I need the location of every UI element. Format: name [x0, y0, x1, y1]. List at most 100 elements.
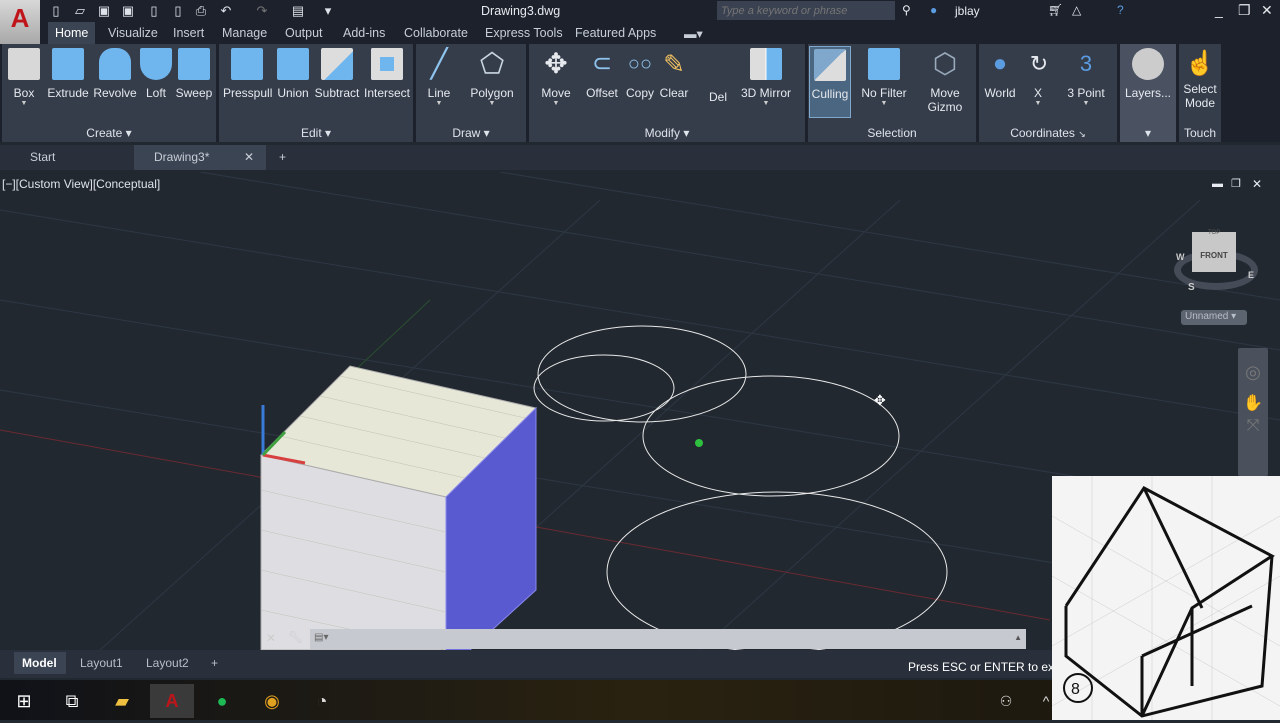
3d-mirror-button[interactable]: 3D Mirror ▼	[737, 48, 795, 107]
tab-layout1[interactable]: Layout1	[80, 656, 123, 670]
layers-expand-icon[interactable]: ▾	[1120, 126, 1176, 140]
box-button[interactable]: Box ▼	[6, 48, 42, 107]
user-icon: ●	[930, 3, 938, 17]
restore-icon[interactable]: ❐	[1238, 2, 1251, 19]
binoculars-icon[interactable]: ⚲	[902, 3, 911, 17]
new-icon[interactable]: ▯	[48, 3, 64, 19]
panel-title-create[interactable]: Create ▾	[2, 126, 216, 140]
named-view-dropdown[interactable]: Unnamed ▾	[1181, 310, 1247, 325]
tab-express-tools[interactable]: Express Tools	[485, 26, 563, 40]
tab-visualize[interactable]: Visualize	[108, 26, 158, 40]
task-view-icon[interactable]: ⧉	[50, 684, 94, 718]
offset-button[interactable]: ⊂ Offset	[583, 48, 621, 100]
viewport-minimize-icon[interactable]: ▬	[1212, 178, 1223, 190]
sweep-button[interactable]: Sweep	[174, 48, 214, 100]
save-web-icon[interactable]: ▯	[170, 3, 186, 19]
world-ucs-button[interactable]: ● World	[981, 48, 1019, 100]
a360-icon[interactable]: △	[1072, 3, 1081, 17]
user-name[interactable]: jblay	[955, 4, 980, 18]
close-icon[interactable]: ✕	[1261, 2, 1273, 19]
compass-east[interactable]: E	[1248, 270, 1254, 280]
grip-point[interactable]	[695, 439, 703, 447]
new-tab-icon[interactable]: +	[279, 150, 286, 164]
3-point-ucs-button[interactable]: 33 Point ▼	[1063, 48, 1109, 107]
line-button[interactable]: ╱ Line ▼	[420, 48, 458, 107]
layers-button[interactable]: Layers...	[1122, 48, 1174, 100]
close-tab-icon[interactable]: ✕	[244, 150, 254, 164]
zoom-extents-icon[interactable]: ⤧	[1238, 417, 1268, 435]
chrome-icon[interactable]: ◉	[250, 684, 294, 718]
extrude-button[interactable]: Extrude	[46, 48, 90, 100]
polygon-button[interactable]: ⬠ Polygon ▼	[466, 48, 518, 107]
no-filter-button[interactable]: No Filter ▼	[858, 48, 910, 107]
ribbon-options-icon[interactable]: ▬▾	[684, 26, 703, 41]
windows-start-icon[interactable]: ⊞	[2, 684, 46, 718]
compass-south[interactable]: S	[1188, 282, 1195, 293]
redo-icon[interactable]: ↷	[254, 3, 270, 19]
command-input[interactable]: ▤▾ ▲	[310, 629, 1026, 649]
command-history-icon[interactable]: ▲	[1014, 633, 1022, 642]
tab-model[interactable]: Model	[14, 652, 66, 674]
pan-hand-icon[interactable]: ✋	[1238, 393, 1268, 413]
culling-button[interactable]: Culling	[809, 46, 851, 118]
customize-wrench-icon[interactable]: 🔧︎	[288, 630, 303, 644]
panel-title-modify[interactable]: Modify ▾	[529, 126, 805, 140]
subtract-button[interactable]: Subtract	[313, 48, 361, 100]
undo-icon[interactable]: ↶	[218, 3, 234, 19]
minimize-icon[interactable]: _	[1215, 2, 1223, 18]
close-command-line-icon[interactable]: ✕	[266, 631, 276, 645]
steering-wheel-icon[interactable]: ◎	[1238, 362, 1268, 383]
tab-home[interactable]: Home	[48, 22, 96, 44]
clear-button[interactable]: ✎ Clear	[657, 48, 691, 100]
move-gizmo-button[interactable]: ⬡ Move Gizmo	[920, 48, 970, 114]
x-ucs-button[interactable]: ↻ X ▼	[1023, 48, 1053, 107]
obs-icon[interactable]: ◔	[300, 684, 344, 718]
viewport-restore-icon[interactable]: ❐	[1231, 177, 1241, 190]
recent-commands-icon[interactable]: ▤▾	[314, 632, 328, 643]
workspace-icon[interactable]: ▤	[290, 3, 306, 19]
presspull-button[interactable]: Presspull	[223, 48, 272, 100]
tab-add-ins[interactable]: Add-ins	[343, 26, 385, 40]
help-icon[interactable]: ?	[1117, 3, 1124, 17]
union-button[interactable]: Union	[275, 48, 311, 100]
customize-qat-icon[interactable]: ▾	[320, 3, 336, 19]
delete-button[interactable]: Del	[705, 90, 731, 104]
tab-collaborate[interactable]: Collaborate	[404, 26, 468, 40]
intersect-button[interactable]: Intersect	[363, 48, 411, 100]
search-input[interactable]	[717, 1, 895, 20]
cart-icon[interactable]: 🛒︎	[1048, 3, 1063, 17]
panel-title-edit[interactable]: Edit ▾	[219, 126, 413, 140]
autocad-taskbar-icon[interactable]: A	[150, 684, 194, 718]
application-menu-button[interactable]: A	[0, 0, 40, 44]
tab-output[interactable]: Output	[285, 26, 323, 40]
tab-insert[interactable]: Insert	[173, 26, 204, 40]
new-layout-icon[interactable]: +	[211, 656, 218, 670]
open-icon[interactable]: ▱	[72, 3, 88, 19]
people-icon[interactable]: ⚇	[984, 684, 1028, 718]
tab-manage[interactable]: Manage	[222, 26, 267, 40]
viewport-close-icon[interactable]: ✕	[1252, 177, 1262, 191]
tab-start[interactable]: Start	[30, 150, 55, 164]
union-icon	[277, 48, 309, 80]
tab-drawing3[interactable]: Drawing3* ✕	[134, 145, 266, 170]
open-web-icon[interactable]: ▯	[146, 3, 162, 19]
move-button[interactable]: ✥ Move ▼	[537, 48, 575, 107]
viewcube[interactable]: FRONT	[1192, 232, 1236, 272]
compass-west[interactable]: W	[1176, 252, 1185, 262]
tab-layout2[interactable]: Layout2	[146, 656, 189, 670]
ribbon-tabs: Home Visualize Insert Manage Output Add-…	[40, 22, 1280, 44]
panel-title-coordinates[interactable]: Coordinates ↘	[979, 126, 1117, 140]
copy-button[interactable]: ○○ Copy	[623, 48, 657, 100]
select-mode-button[interactable]: ☝ Select Mode	[1179, 48, 1221, 110]
panel-title-draw[interactable]: Draw ▾	[416, 126, 526, 140]
viewport-controls-label[interactable]: [−][Custom View][Conceptual]	[2, 177, 160, 191]
save-icon[interactable]: ▣	[96, 3, 112, 19]
viewcube-top-label[interactable]: TOP	[1208, 230, 1220, 236]
plot-icon[interactable]: ⎙	[193, 3, 209, 19]
spotify-icon[interactable]: ●	[200, 684, 244, 718]
revolve-button[interactable]: Revolve	[92, 48, 138, 100]
tab-featured-apps[interactable]: Featured Apps	[575, 26, 656, 40]
save-as-icon[interactable]: ▣	[120, 3, 136, 19]
file-explorer-icon[interactable]: ▰	[100, 684, 144, 718]
loft-button[interactable]: Loft	[140, 48, 172, 100]
